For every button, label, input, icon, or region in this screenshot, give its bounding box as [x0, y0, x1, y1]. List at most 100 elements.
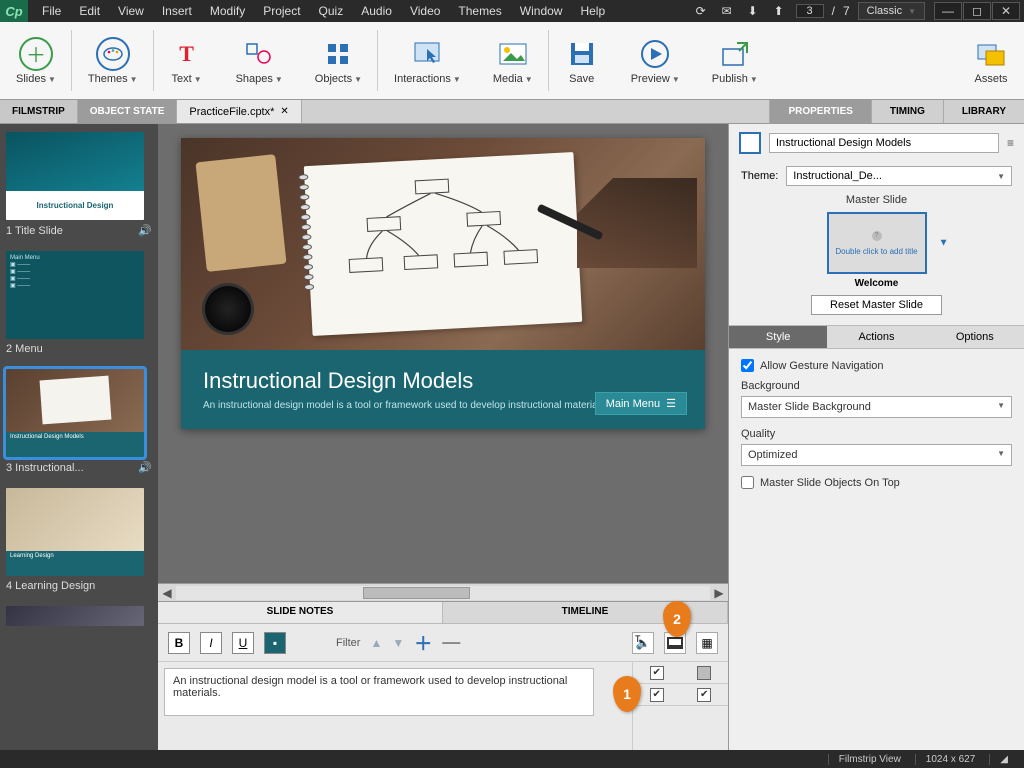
slide-canvas[interactable]: Instructional Design Models An instructi… [181, 138, 705, 429]
menu-insert[interactable]: Insert [154, 2, 200, 20]
menu-modify[interactable]: Modify [202, 2, 253, 20]
mail-icon[interactable]: ✉ [718, 4, 736, 18]
menu-project[interactable]: Project [255, 2, 308, 20]
menu-file[interactable]: File [34, 2, 69, 20]
page-total: 7 [843, 4, 850, 18]
menu-video[interactable]: Video [402, 2, 448, 20]
status-view: Filmstrip View [828, 754, 911, 765]
remove-note-icon[interactable]: — [442, 632, 460, 653]
theme-label: Theme: [741, 170, 778, 182]
ribbon-shapes[interactable]: Shapes▼ [220, 22, 299, 99]
filter-label: Filter [336, 637, 360, 649]
upload-icon[interactable]: ⬆ [770, 4, 788, 18]
master-slide-preview[interactable]: ? Double click to add title ▼ [827, 212, 927, 274]
prop-tab-options[interactable]: Options [926, 326, 1024, 348]
cc-button[interactable]: 2 [664, 632, 686, 654]
thumb-4[interactable]: Learning Design 4 Learning Design [6, 488, 152, 592]
app-logo: Cp [0, 0, 28, 22]
ribbon-interactions[interactable]: Interactions▼ [378, 22, 477, 99]
tab-filmstrip[interactable]: FILMSTRIP [0, 100, 78, 123]
callout-2: 2 [663, 601, 691, 637]
ribbon: ＋ Slides▼ Themes▼ T Text▼ Shapes▼ Object… [0, 22, 1024, 100]
window-close[interactable]: ✕ [992, 2, 1020, 20]
tab-library[interactable]: LIBRARY [943, 100, 1024, 123]
file-tab[interactable]: PracticeFile.cptx*✕ [177, 100, 301, 123]
thumb-3[interactable]: Instructional Design Models 3 Instructio… [6, 369, 152, 474]
thumb-2[interactable]: Main Menu▣ ───▣ ───▣ ───▣ ─── 2 Menu [6, 251, 152, 355]
tab-properties[interactable]: PROPERTIES [769, 100, 870, 123]
ribbon-objects[interactable]: Objects▼ [299, 22, 378, 99]
filter-down-icon[interactable]: ▼ [392, 636, 404, 650]
filter-up-icon[interactable]: ▲ [370, 636, 382, 650]
underline-button[interactable]: U [232, 632, 254, 654]
menu-themes[interactable]: Themes [450, 2, 509, 20]
quality-select[interactable]: Optimized▼ [741, 444, 1012, 466]
bottom-panel: SLIDE NOTES TIMELINE B I U ▪ Filter ▲ ▼ … [158, 601, 728, 750]
add-note-icon[interactable]: ＋ [414, 630, 432, 656]
master-slide-label: Master Slide [729, 190, 1024, 210]
options-menu-icon[interactable]: ≡ [1007, 136, 1014, 150]
reset-master-button[interactable]: Reset Master Slide [811, 295, 942, 315]
tts-button[interactable]: T🔈 [632, 632, 654, 654]
note-text[interactable]: An instructional design model is a tool … [164, 668, 594, 716]
tab-timing[interactable]: TIMING [871, 100, 943, 123]
background-select[interactable]: Master Slide Background▼ [741, 396, 1012, 418]
ribbon-publish[interactable]: Publish▼ [696, 22, 774, 99]
row-check-tts[interactable]: ✔ [650, 688, 664, 702]
window-maximize[interactable]: ◻ [963, 2, 991, 20]
ribbon-text[interactable]: T Text▼ [154, 22, 220, 99]
slide-name-input[interactable] [769, 133, 999, 153]
ribbon-themes[interactable]: Themes▼ [72, 22, 154, 99]
thumb-1[interactable]: Instructional Design 1 Title Slide🔊 [6, 132, 152, 237]
menu-audio[interactable]: Audio [353, 2, 400, 20]
prop-tab-style[interactable]: Style [729, 326, 827, 348]
horizontal-scrollbar[interactable]: ◀ ▶ [158, 583, 728, 601]
ribbon-save[interactable]: Save [549, 22, 615, 99]
scroll-right-icon[interactable]: ▶ [710, 586, 728, 600]
page-current[interactable]: 3 [796, 4, 824, 18]
header-check-cc[interactable] [697, 666, 711, 680]
ribbon-preview[interactable]: Preview▼ [615, 22, 696, 99]
menu-edit[interactable]: Edit [71, 2, 108, 20]
quality-label: Quality [741, 428, 1012, 440]
menu-window[interactable]: Window [512, 2, 571, 20]
grid-button[interactable]: ▦ [696, 632, 718, 654]
status-resize-icon[interactable]: ◢ [989, 754, 1018, 765]
ribbon-media[interactable]: Media▼ [477, 22, 549, 99]
tab-slide-notes[interactable]: SLIDE NOTES [158, 602, 443, 623]
sync-icon[interactable]: ⟳ [692, 4, 710, 18]
thumb-5[interactable] [6, 606, 152, 626]
tab-object-state[interactable]: OBJECT STATE [78, 100, 178, 123]
bold-button[interactable]: B [168, 632, 190, 654]
doc-tabs: FILMSTRIP OBJECT STATE PracticeFile.cptx… [0, 100, 1024, 124]
close-tab-icon[interactable]: ✕ [280, 106, 288, 117]
row-check-cc[interactable]: ✔ [697, 688, 711, 702]
main-menu-button[interactable]: Main Menu☰ [595, 392, 687, 415]
page-sep: / [832, 4, 835, 18]
titlebar: Cp File Edit View Insert Modify Project … [0, 0, 1024, 22]
menu-quiz[interactable]: Quiz [311, 2, 352, 20]
filmstrip-panel[interactable]: Instructional Design 1 Title Slide🔊 Main… [0, 124, 158, 750]
workspace-switcher[interactable]: Classic▼ [858, 2, 925, 20]
italic-button[interactable]: I [200, 632, 222, 654]
scroll-thumb[interactable] [363, 587, 470, 599]
color-button[interactable]: ▪ [264, 632, 286, 654]
menu-help[interactable]: Help [572, 2, 613, 20]
slide-type-icon [739, 132, 761, 154]
audio-icon: 🔊 [138, 461, 152, 474]
master-dropdown-icon[interactable]: ▼ [939, 238, 949, 249]
gesture-checkbox[interactable]: Allow Gesture Navigation [741, 359, 1012, 372]
window-minimize[interactable]: — [934, 2, 962, 20]
prop-tab-actions[interactable]: Actions [827, 326, 925, 348]
ribbon-slides[interactable]: ＋ Slides▼ [0, 22, 72, 99]
download-icon[interactable]: ⬇ [744, 4, 762, 18]
properties-panel: ≡ Theme: Instructional_De...▼ Master Sli… [728, 124, 1024, 750]
ontop-checkbox[interactable]: Master Slide Objects On Top [741, 476, 1012, 489]
status-dims: 1024 x 627 [915, 754, 986, 765]
scroll-left-icon[interactable]: ◀ [158, 586, 176, 600]
theme-select[interactable]: Instructional_De...▼ [786, 166, 1012, 186]
ribbon-assets[interactable]: Assets [958, 22, 1024, 99]
header-check-tts[interactable]: ✔ [650, 666, 664, 680]
menu-view[interactable]: View [110, 2, 152, 20]
background-label: Background [741, 380, 1012, 392]
